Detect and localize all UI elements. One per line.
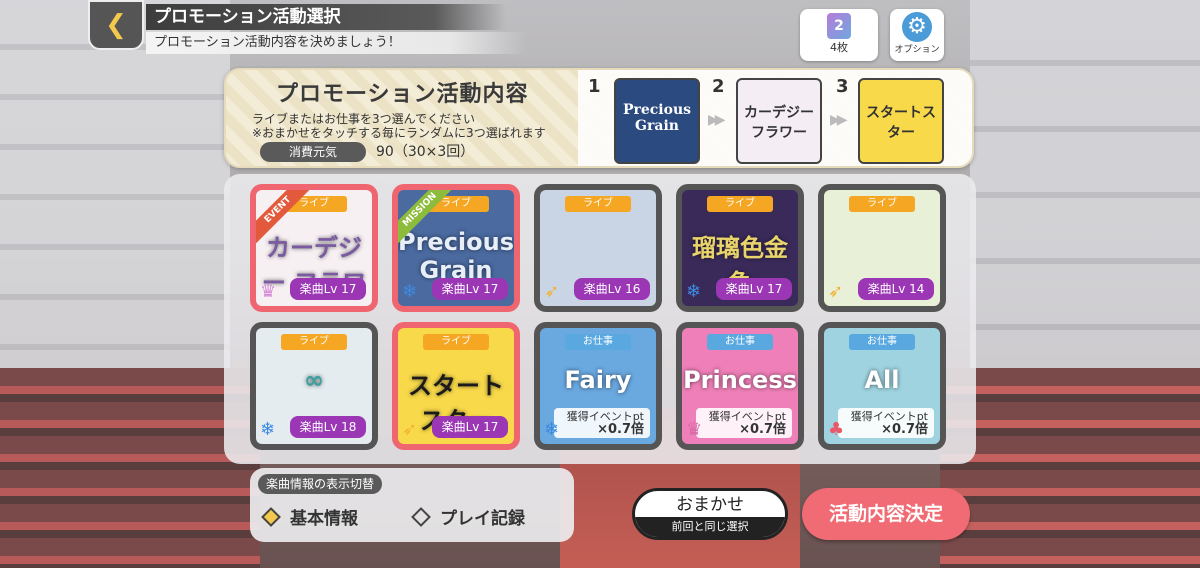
card-artwork: Fairy お仕事獲得イベントpt ×0.7倍 ❄ — [540, 328, 656, 444]
idol-type-icon: ➶ — [828, 281, 844, 302]
selected-slot-3[interactable]: スタートスター — [858, 78, 944, 164]
event-pt-badge: 獲得イベントpt ×0.7倍 — [696, 408, 792, 438]
card-title-art: All — [864, 366, 900, 394]
song-level-badge: 楽曲Lv 17 — [432, 416, 508, 438]
display-toggle-panel: 楽曲情報の表示切替 基本情報 プレイ記録 — [250, 468, 574, 542]
selected-slot-2[interactable]: カーデジー フラワー — [736, 78, 822, 164]
ticket-counter[interactable]: 2 4枚 — [800, 9, 878, 61]
promotion-panel: プロモーション活動内容 ライブまたはお仕事を3つ選んでください ※おまかせをタッ… — [224, 68, 974, 168]
slot-number-3: 3 — [836, 76, 849, 97]
card-title-art: Princess — [683, 366, 797, 394]
page-title: プロモーション活動選択 — [146, 4, 506, 30]
selected-slot-1[interactable]: Precious Grain — [614, 78, 700, 164]
omakase-label: おまかせ — [676, 495, 744, 515]
idol-type-icon: ♛ — [260, 281, 277, 302]
live-tag: ライブ — [707, 196, 773, 212]
job-tag: お仕事 — [849, 334, 915, 350]
song-level-badge: 楽曲Lv 14 — [858, 278, 934, 300]
card-artwork: ライブ楽曲Lv 16 ➶ — [540, 190, 656, 306]
activity-grid: カーデジー フラワーライブ楽曲Lv 17♛EVENTPrecious Grain… — [224, 174, 976, 464]
toggle-play-record-label: プレイ記録 — [440, 509, 525, 529]
toggle-title: 楽曲情報の表示切替 — [258, 474, 383, 494]
slot-number-2: 2 — [712, 76, 725, 97]
option-button[interactable]: ⚙ オプション — [890, 9, 944, 61]
idol-type-icon: ❄ — [260, 419, 276, 440]
card-title-art: ∞ — [304, 366, 324, 394]
event-pt-multiplier: ×0.7倍 — [881, 422, 928, 437]
page-subtitle: プロモーション活動内容を決めましょう！ — [146, 32, 526, 54]
idol-type-icon: ➶ — [544, 281, 560, 302]
card-artwork: 瑠璃色金魚ライブ楽曲Lv 17❄ — [682, 190, 798, 306]
promotion-note: ※おまかせをタッチする毎にランダムに3つ選ばれます — [252, 126, 546, 140]
omakase-sublabel: 前回と同じ選択 — [635, 517, 785, 537]
gear-icon: ⚙ — [902, 12, 932, 42]
cost-value: 90（30×3回） — [376, 144, 475, 160]
idol-type-icon: ❄ — [402, 281, 418, 302]
card-artwork: Precious Grain ライブ 楽曲Lv 17 ❄ MISSION — [398, 190, 514, 306]
slot-art-text: Precious Grain — [622, 102, 692, 134]
activity-card[interactable]: ライブ楽曲Lv 16 ➶ — [534, 184, 662, 312]
diamond-icon — [411, 506, 431, 527]
activity-card[interactable]: 瑠璃色金魚ライブ楽曲Lv 17❄ — [676, 184, 804, 312]
live-tag: ライブ — [423, 334, 489, 350]
toggle-basic-info[interactable]: 基本情報 — [261, 504, 358, 529]
activity-card[interactable]: ∞ ライブ楽曲Lv 18 ❄ — [250, 322, 378, 450]
card-artwork: All お仕事獲得イベントpt ×0.7倍 ♣ — [824, 328, 940, 444]
event-pt-badge: 獲得イベントpt ×0.7倍 — [838, 408, 934, 438]
live-tag: ライブ — [281, 334, 347, 350]
song-level-badge: 楽曲Lv 17 — [290, 278, 366, 300]
activity-card[interactable]: Princess お仕事獲得イベントpt ×0.7倍 ♛ — [676, 322, 804, 450]
card-title-art: Precious Grain — [398, 228, 514, 284]
cost-label: 消費元気 — [260, 142, 366, 162]
toggle-play-record[interactable]: プレイ記録 — [411, 504, 525, 529]
omakase-button[interactable]: おまかせ 前回と同じ選択 — [632, 488, 788, 540]
card-title-art: Fairy — [564, 366, 632, 394]
card-artwork: ∞ ライブ楽曲Lv 18 ❄ — [256, 328, 372, 444]
slot-art-text: スタートスター — [866, 105, 936, 141]
arrow-icon: ▶▶ — [708, 112, 725, 128]
job-tag: お仕事 — [707, 334, 773, 350]
idol-type-icon: ♣ — [828, 419, 845, 440]
idol-type-icon: ➶ — [402, 419, 418, 440]
option-label: オプション — [894, 45, 940, 55]
activity-card[interactable]: スタートスターライブ楽曲Lv 17➶ — [392, 322, 520, 450]
decide-button[interactable]: 活動内容決定 — [802, 488, 970, 540]
back-button[interactable]: ❮ — [88, 0, 144, 50]
activity-card[interactable]: All お仕事獲得イベントpt ×0.7倍 ♣ — [818, 322, 946, 450]
activity-card[interactable]: Fairy お仕事獲得イベントpt ×0.7倍 ❄ — [534, 322, 662, 450]
song-level-badge: 楽曲Lv 17 — [432, 278, 508, 300]
chevron-left-icon: ❮ — [105, 10, 127, 40]
ticket-count: 4枚 — [830, 41, 848, 54]
activity-card[interactable]: Precious Grain ライブ 楽曲Lv 17 ❄ MISSION — [392, 184, 520, 312]
header: ❮ プロモーション活動選択 プロモーション活動内容を決めましょう！ — [88, 0, 526, 54]
ticket-icon: 2 — [827, 13, 851, 39]
song-level-badge: 楽曲Lv 16 — [574, 278, 650, 300]
diamond-selected-icon — [261, 506, 281, 527]
card-artwork: ライブ楽曲Lv 14 ➶ — [824, 190, 940, 306]
activity-card[interactable]: ライブ楽曲Lv 14 ➶ — [818, 184, 946, 312]
event-pt-multiplier: ×0.7倍 — [739, 422, 786, 437]
song-level-badge: 楽曲Lv 18 — [290, 416, 366, 438]
toggle-basic-info-label: 基本情報 — [290, 509, 358, 529]
slot-art-text: カーデジー フラワー — [744, 105, 814, 141]
live-tag: ライブ — [849, 196, 915, 212]
idol-type-icon: ❄ — [544, 419, 560, 440]
activity-card[interactable]: カーデジー フラワーライブ楽曲Lv 17♛EVENT — [250, 184, 378, 312]
arrow-icon: ▶▶ — [830, 112, 847, 128]
event-pt-multiplier: ×0.7倍 — [597, 422, 644, 437]
song-level-badge: 楽曲Lv 17 — [716, 278, 792, 300]
event-pt-badge: 獲得イベントpt ×0.7倍 — [554, 408, 650, 438]
card-artwork: スタートスターライブ楽曲Lv 17➶ — [398, 328, 514, 444]
idol-type-icon: ♛ — [686, 419, 703, 440]
live-tag: ライブ — [565, 196, 631, 212]
idol-type-icon: ❄ — [686, 281, 702, 302]
card-artwork: カーデジー フラワーライブ楽曲Lv 17♛EVENT — [256, 190, 372, 306]
slot-number-1: 1 — [588, 76, 601, 97]
job-tag: お仕事 — [565, 334, 631, 350]
card-artwork: Princess お仕事獲得イベントpt ×0.7倍 ♛ — [682, 328, 798, 444]
promotion-title: プロモーション活動内容 — [276, 82, 529, 107]
